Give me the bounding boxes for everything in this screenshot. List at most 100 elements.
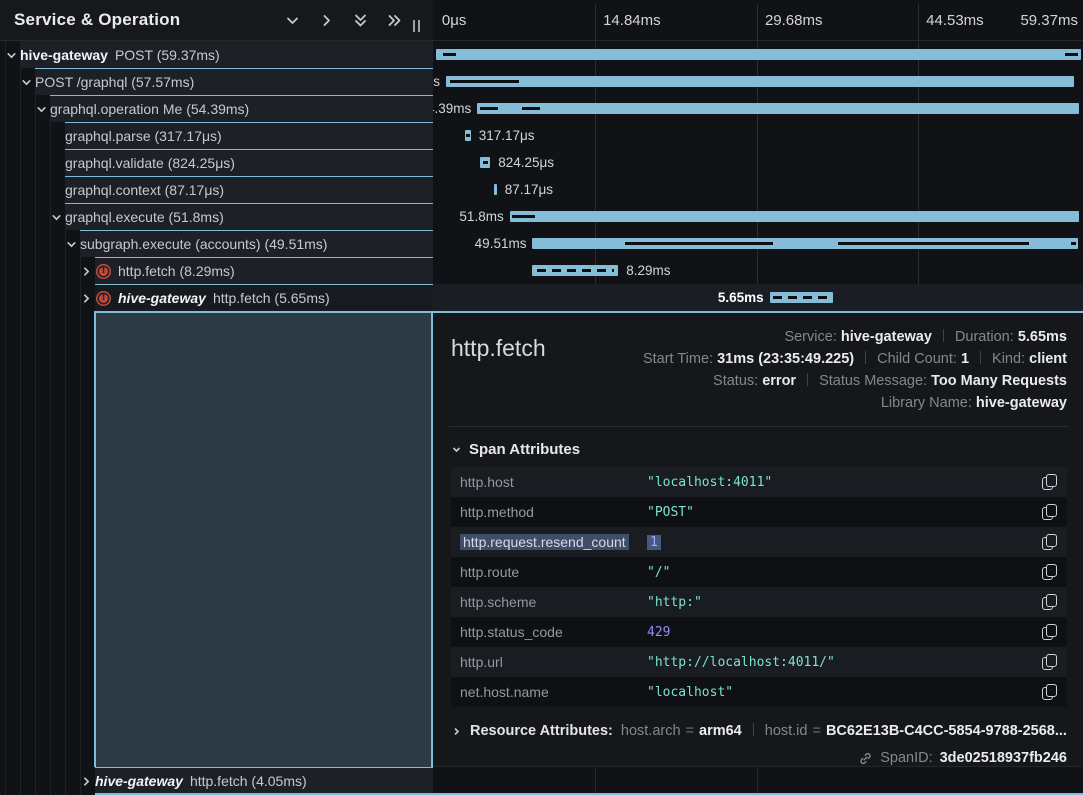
ruler-tick: 0μs	[442, 12, 467, 29]
copy-icon[interactable]	[1040, 624, 1060, 640]
timeline-panel: 0μs14.84ms29.68ms44.53ms59.37ms 57.57ms5…	[433, 0, 1083, 795]
span-row-cell: graphql.operation Me (54.39ms)	[50, 95, 433, 122]
span-duration-bar[interactable]	[532, 238, 1078, 249]
caret-right-icon[interactable]	[81, 774, 94, 787]
span-duration-bar[interactable]	[510, 211, 1079, 222]
span-tree-row[interactable]: hive-gatewayPOST (59.37ms)	[0, 41, 433, 68]
duration-label: 49.51ms	[475, 230, 527, 257]
span-attributes-header[interactable]: Span Attributes	[451, 437, 1067, 461]
span-id-label: SpanID:	[880, 750, 932, 766]
attribute-key: http.host	[451, 474, 647, 490]
attribute-row: http.status_code429	[451, 617, 1067, 647]
meta-label: Service:	[784, 329, 840, 345]
timeline-row[interactable]: 49.51ms	[433, 230, 1083, 257]
link-icon[interactable]	[858, 751, 873, 766]
panel-resize-handle[interactable]	[413, 20, 423, 34]
span-tree-row[interactable]: graphql.operation Me (54.39ms)	[0, 95, 433, 122]
span-duration-bar[interactable]	[477, 103, 1079, 114]
span-duration-bar[interactable]	[480, 157, 490, 168]
span-duration-bar[interactable]	[770, 292, 833, 303]
span-tree-row[interactable]: subgraph.execute (accounts) (49.51ms)	[0, 230, 433, 257]
timeline-row[interactable]: 5.65ms	[433, 284, 1083, 311]
caret-down-icon[interactable]	[66, 237, 79, 250]
span-tree-row[interactable]: graphql.validate (824.25μs)	[0, 149, 433, 176]
span-tree-row[interactable]: graphql.context (87.17μs)	[0, 176, 433, 203]
chevron-right-icon[interactable]	[318, 12, 335, 29]
span-tree-panel: hive-gatewayPOST (59.37ms)POST /graphql …	[0, 0, 433, 795]
span-tree-row[interactable]: graphql.parse (317.17μs)	[0, 122, 433, 149]
copy-icon[interactable]	[1040, 534, 1060, 550]
span-row-cell: hive-gatewayPOST (59.37ms)	[20, 41, 433, 68]
resource-value: BC62E13B-C4CC-5854-9788-2568...	[826, 723, 1067, 739]
resource-attributes-pairs: host.arch=arm64host.id=BC62E13B-C4CC-585…	[621, 723, 1067, 739]
span-duration-bar[interactable]	[436, 49, 1081, 60]
timeline-row[interactable]	[433, 41, 1083, 68]
divider	[449, 426, 1069, 427]
meta-value: hive-gateway	[976, 395, 1067, 411]
timeline-row[interactable]: 57.57ms	[433, 68, 1083, 95]
timeline-row[interactable]: 54.39ms	[433, 95, 1083, 122]
span-tree-row[interactable]: graphql.execute (51.8ms)	[0, 203, 433, 230]
timeline-row[interactable]: 4.05ms	[866, 767, 1083, 793]
span-tree-row[interactable]: hive-gatewayhttp.fetch (4.05ms)	[0, 767, 433, 794]
attribute-row: http.scheme"http:"	[451, 587, 1067, 617]
copy-icon[interactable]	[1040, 474, 1060, 490]
timeline-row[interactable]: 87.17μs	[433, 176, 1083, 203]
caret-down-icon[interactable]	[51, 210, 64, 223]
meta-value: 5.65ms	[1018, 329, 1067, 345]
span-id-value: 3de02518937fb246	[940, 750, 1067, 766]
span-label: graphql.parse (317.17μs)	[65, 128, 222, 144]
chevrons-right-icon[interactable]	[386, 12, 403, 29]
span-duration-bar[interactable]	[532, 265, 618, 276]
copy-icon[interactable]	[1040, 564, 1060, 580]
tree-header-title: Service & Operation	[14, 10, 284, 30]
error-badge-icon: !	[96, 264, 111, 279]
caret-down-icon[interactable]	[6, 48, 19, 61]
attribute-row: http.host"localhost:4011"	[451, 467, 1067, 497]
chevron-right-icon	[451, 726, 462, 737]
resource-attributes-row[interactable]: Resource Attributes: host.arch=arm64host…	[451, 719, 1067, 743]
copy-icon[interactable]	[1040, 654, 1060, 670]
ruler-tick: 29.68ms	[765, 12, 823, 29]
attribute-row: http.request.resend_count1	[451, 527, 1067, 557]
caret-right-icon[interactable]	[81, 264, 94, 277]
caret-right-icon[interactable]	[81, 291, 94, 304]
span-label: graphql.execute (51.8ms)	[65, 209, 224, 225]
timeline-row[interactable]: 51.8ms	[433, 203, 1083, 230]
span-duration-bar[interactable]	[494, 184, 497, 195]
duration-label: 51.8ms	[459, 203, 503, 230]
span-tree-row[interactable]: ! http.fetch (8.29ms)	[0, 257, 433, 284]
chevron-down-icon	[451, 444, 462, 455]
duration-label: 824.25μs	[498, 149, 554, 176]
timeline-ruler: 0μs14.84ms29.68ms44.53ms59.37ms	[433, 0, 1083, 41]
meta-label: Child Count:	[877, 351, 961, 367]
attribute-value: "http://localhost:4011/"	[647, 655, 1033, 670]
timeline-row[interactable]: 8.29ms	[433, 257, 1083, 284]
service-name: hive-gateway	[118, 290, 206, 306]
span-row-cell: graphql.validate (824.25μs)	[65, 149, 433, 176]
selected-span-region	[94, 311, 433, 767]
caret-down-icon[interactable]	[21, 75, 34, 88]
span-attributes-table: http.host"localhost:4011"http.method"POS…	[451, 467, 1067, 707]
duration-label: 5.65ms	[718, 284, 764, 311]
timeline-row[interactable]: 824.25μs	[433, 149, 1083, 176]
span-tree-row[interactable]: POST /graphql (57.57ms)	[0, 68, 433, 95]
span-duration-bar[interactable]	[446, 76, 1074, 87]
chevrons-down-icon[interactable]	[352, 12, 369, 29]
service-name: hive-gateway	[95, 773, 183, 789]
span-tree-row[interactable]: !hive-gatewayhttp.fetch (5.65ms)	[0, 284, 433, 311]
meta-label: Library Name:	[881, 395, 976, 411]
bottom-timeline-row[interactable]: 4.05ms	[866, 767, 1083, 793]
chevron-down-icon[interactable]	[284, 12, 301, 29]
copy-icon[interactable]	[1040, 684, 1060, 700]
span-attributes-title: Span Attributes	[469, 441, 580, 458]
timeline-row[interactable]: 317.17μs	[433, 122, 1083, 149]
attribute-value: 429	[647, 625, 1033, 640]
span-label: graphql.validate (824.25μs)	[65, 155, 235, 171]
span-duration-bar[interactable]	[465, 130, 471, 141]
span-label: http.fetch (8.29ms)	[118, 263, 235, 279]
attribute-value: "/"	[647, 565, 1033, 580]
caret-down-icon[interactable]	[36, 102, 49, 115]
copy-icon[interactable]	[1040, 594, 1060, 610]
copy-icon[interactable]	[1040, 504, 1060, 520]
